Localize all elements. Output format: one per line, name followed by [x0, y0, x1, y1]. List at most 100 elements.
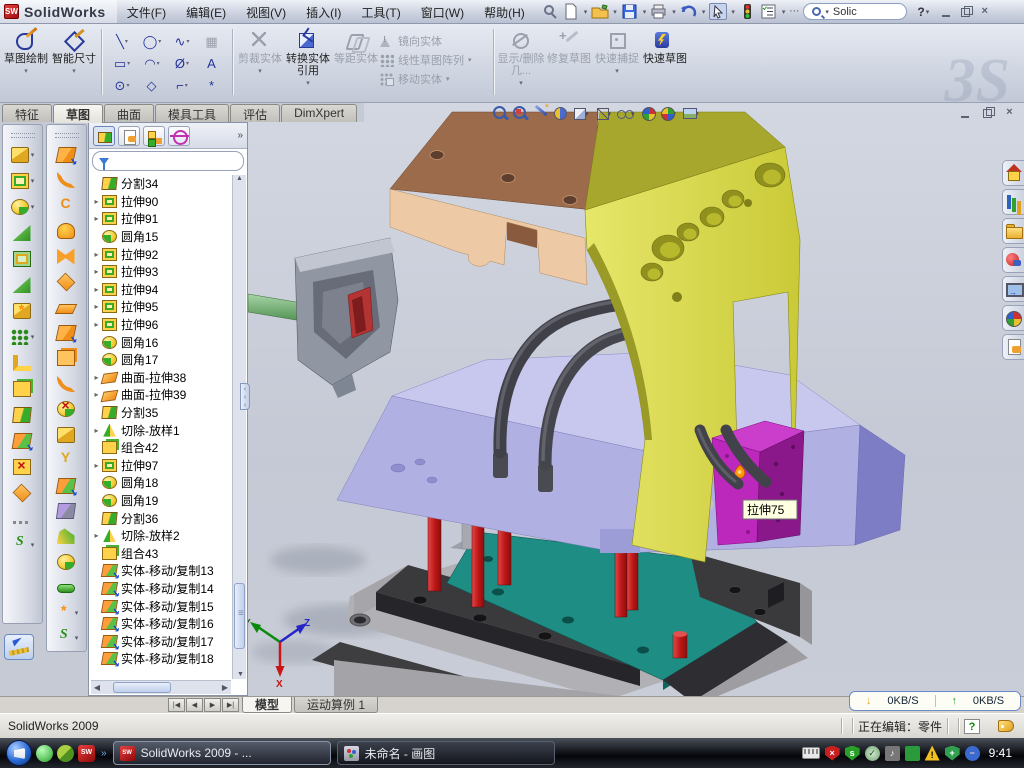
toolbar-icon-button[interactable] [3, 402, 42, 428]
tree-horizontal-scrollbar[interactable]: ◀ ▶ [91, 680, 231, 694]
sketch-entity-button[interactable]: ◇ [137, 74, 167, 96]
expand-arrow[interactable]: ▸ [91, 285, 102, 294]
panel-tabs-overflow[interactable]: » [237, 130, 243, 141]
toolbar-icon-button[interactable] [47, 549, 86, 574]
toolbar-button[interactable]: 快速草图 [641, 27, 689, 97]
menu-item[interactable]: 窗口(W) [411, 0, 474, 23]
tree-item[interactable]: 圆角18 [91, 474, 231, 492]
menu-item[interactable]: 插入(I) [296, 0, 351, 23]
instant3d-toggle-button[interactable] [4, 634, 34, 660]
toolbar-icon-button[interactable] [47, 244, 86, 269]
tab-nav-button[interactable]: ▶ [204, 698, 221, 712]
antivirus-icon[interactable]: × [825, 746, 840, 761]
feature-label[interactable]: 实体-移动/复制14 [121, 580, 214, 597]
tree-item[interactable]: 实体-移动/复制16 [91, 615, 231, 633]
view-tool[interactable] [512, 105, 526, 122]
feature-label[interactable]: 圆角15 [121, 228, 158, 245]
view-tool[interactable]: ▾ [660, 106, 677, 122]
sketch-entity-button[interactable]: ⌐▾ [167, 74, 197, 96]
toolbar-icon-button[interactable] [47, 269, 86, 294]
view-tool[interactable]: ▾ [617, 105, 635, 122]
toolbar-icon-button[interactable] [3, 506, 42, 532]
expand-arrow[interactable]: ▸ [91, 267, 102, 276]
view-tool[interactable] [641, 106, 654, 122]
print-dropdown[interactable]: ▾ [672, 8, 676, 16]
tree-item[interactable]: ▸ 拉伸92 [91, 245, 231, 263]
feature-label[interactable]: 曲面-拉伸38 [121, 369, 186, 386]
toolbar-icon-button[interactable]: ▾ [3, 194, 42, 220]
toolbar-icon-button[interactable]: S ▾ [47, 626, 86, 651]
toolbar-icon-button[interactable]: S ▾ [3, 532, 42, 558]
tree-item[interactable]: 实体-移动/复制18 [91, 650, 231, 668]
sketch-entity-button[interactable]: ╲▾ [107, 30, 137, 52]
feature-label[interactable]: 圆角16 [121, 334, 158, 351]
rebuild-traffic-light-icon[interactable] [739, 3, 757, 20]
toolbar-icon-button[interactable]: ▾ [3, 142, 42, 168]
feature-label[interactable]: 切除-放样2 [121, 527, 180, 544]
toolbar-button[interactable]: 剪裁实体 ▾ [236, 27, 284, 97]
expand-arrow[interactable]: ▸ [91, 373, 102, 382]
toolbar-button[interactable]: 草图绘制 ▾ [2, 27, 50, 97]
menu-item[interactable]: 视图(V) [236, 0, 296, 23]
doc-close-button[interactable] [1003, 107, 1016, 119]
tree-item[interactable]: 实体-移动/复制13 [91, 562, 231, 580]
magic-wand-icon[interactable] [532, 105, 549, 122]
tree-item[interactable]: ▸ 拉伸96 [91, 316, 231, 334]
toolbar-icon-button[interactable] [47, 295, 86, 320]
view-tool[interactable]: ▾ [595, 106, 612, 122]
tab-nav-button[interactable]: ▶| [222, 698, 239, 712]
help-button[interactable]: ? [917, 5, 924, 19]
protect-icon[interactable]: + [945, 746, 960, 761]
toolbar-row-button[interactable]: 移动实体 ▾ [380, 71, 490, 87]
menu-item[interactable]: 文件(F) [117, 0, 176, 23]
view-palette-tab[interactable] [1002, 276, 1024, 302]
toolbar-button[interactable]: 快速捕捉 ▾ [593, 27, 641, 97]
tree-item[interactable]: 圆角15 [91, 228, 231, 246]
toolbar-icon-button[interactable] [3, 480, 42, 506]
tree-item[interactable]: 圆角17 [91, 351, 231, 369]
feature-label[interactable]: 组合42 [121, 439, 158, 456]
view-tool[interactable] [552, 105, 566, 122]
feature-label[interactable]: 组合43 [121, 545, 158, 562]
tree-item[interactable]: ▸ 拉伸95 [91, 298, 231, 316]
tree-item[interactable]: ▸ 曲面-拉伸39 [91, 386, 231, 404]
menu-item[interactable]: 编辑(E) [176, 0, 236, 23]
expand-arrow[interactable]: ▸ [91, 302, 102, 311]
restore-button[interactable] [959, 6, 972, 18]
search-dropdown[interactable]: ▾ [825, 8, 829, 16]
toolbar-button[interactable]: 显示/删除几... ▾ [497, 27, 545, 97]
close-button[interactable] [978, 6, 991, 18]
new-file-dropdown[interactable]: ▾ [584, 8, 588, 16]
toolbar-icon-button[interactable] [47, 498, 86, 523]
view-tool[interactable] [492, 105, 506, 122]
toolbar-icon-button[interactable] [47, 575, 86, 600]
pin-icon[interactable] [541, 3, 559, 20]
feature-label[interactable]: 拉伸97 [121, 457, 158, 474]
file-explorer-tab[interactable] [1002, 218, 1024, 244]
view-tool[interactable]: ▾ [572, 106, 589, 122]
expand-arrow[interactable]: ▸ [91, 390, 102, 399]
toolbar-icon-button[interactable] [3, 350, 42, 376]
display-style-icon[interactable] [597, 108, 609, 120]
tab-nav-button[interactable]: |◀ [168, 698, 185, 712]
sketch-entity-button[interactable]: ◯▾ [137, 30, 167, 52]
resources-tab[interactable] [1002, 160, 1024, 186]
zoom-fit-icon[interactable] [492, 105, 509, 122]
feature-label[interactable]: 圆角19 [121, 492, 158, 509]
expand-arrow[interactable]: ▸ [91, 214, 102, 223]
sketch-entity-button[interactable]: A [197, 52, 227, 74]
feature-label[interactable]: 拉伸92 [121, 246, 158, 263]
toolbar-icon-button[interactable] [3, 428, 42, 454]
toolbar-icon-button[interactable]: ▾ [3, 168, 42, 194]
tree-filter-box[interactable] [92, 151, 244, 171]
feature-label[interactable]: 分割34 [121, 175, 158, 192]
start-button[interactable] [6, 740, 32, 766]
menu-item[interactable]: 工具(T) [351, 0, 410, 23]
3d-model[interactable]: Y Z X 拉伸75 [248, 103, 1024, 696]
scroll-thumb[interactable] [234, 583, 245, 649]
sketch-entity-button[interactable]: ▦ [197, 30, 227, 52]
feature-label[interactable]: 实体-移动/复制18 [121, 650, 214, 667]
toolbar-icon-button[interactable] [47, 167, 86, 192]
undo-dropdown[interactable]: ▾ [702, 8, 706, 16]
solidworks-quicklaunch-icon[interactable]: SW [78, 745, 95, 762]
